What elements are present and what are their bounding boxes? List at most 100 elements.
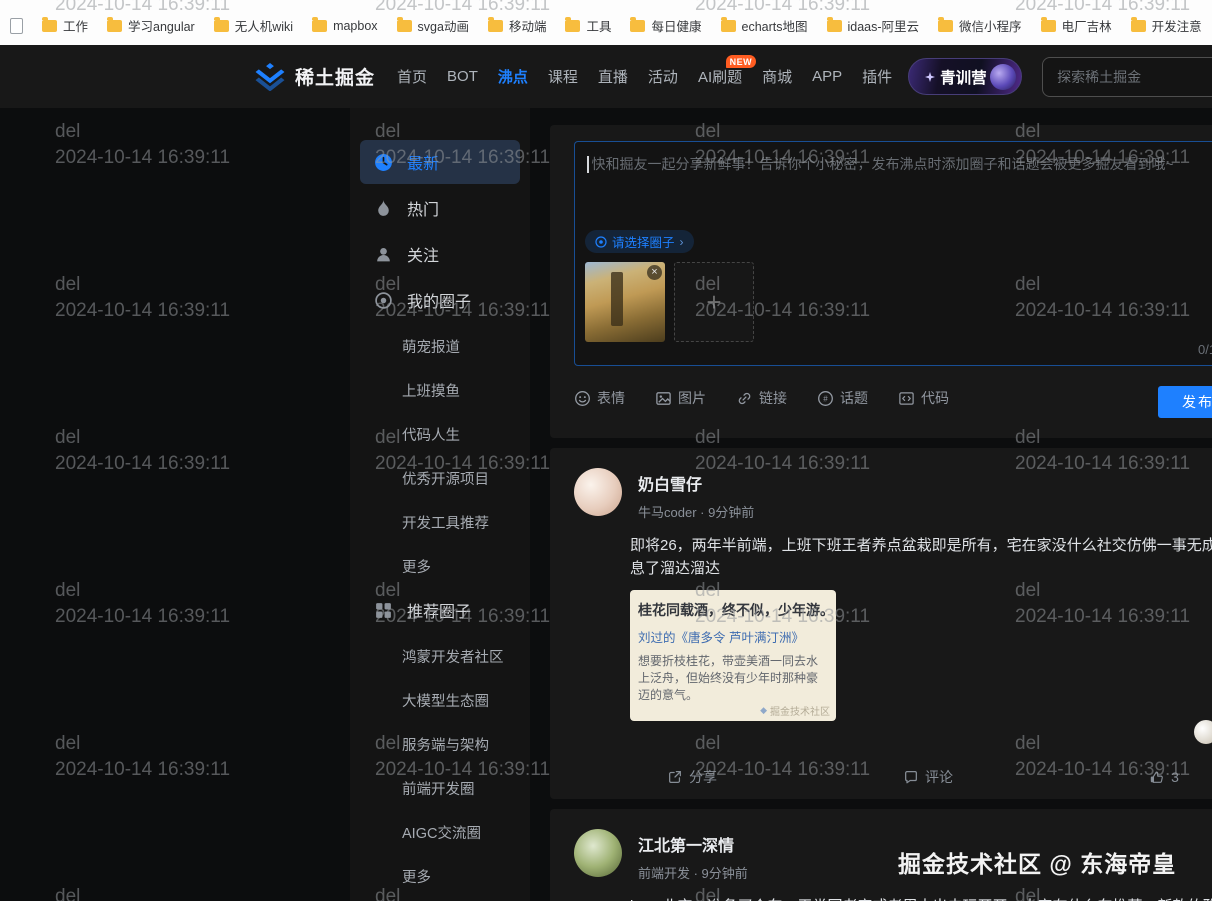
uploaded-image-thumbnail[interactable]: × — [585, 262, 665, 342]
nav-item[interactable]: 活动 — [648, 66, 678, 87]
nav-item[interactable]: 首页 — [397, 66, 427, 87]
sidebar-circle-item[interactable]: 代码人生 — [350, 412, 530, 456]
bookmark-item[interactable]: echarts地图 — [721, 16, 808, 35]
remove-image-icon[interactable]: × — [647, 265, 662, 280]
image-icon — [655, 390, 672, 407]
juejin-logo[interactable]: 稀土掘金 — [253, 63, 375, 91]
post-author-block: 奶白雪仔 牛马coder · 9分钟前 — [638, 468, 754, 521]
bookmark-item[interactable]: idaas-阿里云 — [827, 16, 920, 35]
post-action-bar: 分享 评论 3 — [574, 767, 1212, 787]
pin-composer: 快和掘友一起分享新鲜事！告诉你个小秘密，发布沸点时添加圈子和话题会被更多掘友看到… — [550, 125, 1212, 438]
pin-post: 奶白雪仔 牛马coder · 9分钟前 即将26，两年半前端，上班下班王者养点盆… — [550, 448, 1212, 799]
comment-button[interactable]: 评论 — [810, 767, 1046, 787]
quote-card[interactable]: 桂花同载酒，终不似，少年游。 刘过的《唐多令 芦叶满汀洲》 想要折枝桂花，带壶美… — [630, 590, 836, 721]
sidebar-circle-item[interactable]: 开发工具推荐 — [350, 500, 530, 544]
sidebar-circle-item[interactable]: AIGC交流圈 — [350, 810, 530, 854]
bookmark-item[interactable]: 无人机wiki — [214, 16, 293, 35]
publish-button[interactable]: 发布 — [1158, 386, 1212, 418]
chevron-right-icon: › — [680, 235, 684, 249]
post-content: base北京，准备买个车，平常回老家或者周末出去玩开开，大家有什么车推荐，新款的… — [630, 896, 1212, 901]
nav-item[interactable]: 直播 — [598, 66, 628, 87]
bookmark-item[interactable]: svga动画 — [397, 16, 469, 35]
watermark-text: del2024-10-14 16:39:11 — [55, 578, 230, 630]
sparkle-icon — [925, 72, 935, 82]
comment-label: 评论 — [925, 767, 953, 787]
flame-icon — [374, 199, 393, 218]
bookmark-item[interactable]: 每日健康 — [630, 16, 701, 35]
bookmark-item[interactable]: 工具 — [565, 16, 611, 35]
juejin-logo-icon — [253, 63, 287, 91]
bookmark-label: 微信小程序 — [959, 16, 1022, 35]
nav-item[interactable]: BOT — [447, 68, 478, 85]
emoji-tool[interactable]: 表情 — [574, 388, 625, 408]
tool-label: 代码 — [921, 388, 949, 408]
link-tool[interactable]: 链接 — [736, 388, 787, 408]
sidebar-circle-item[interactable]: 服务端与架构 — [350, 722, 530, 766]
pins-feed: 快和掘友一起分享新鲜事！告诉你个小秘密，发布沸点时添加圈子和话题会被更多掘友看到… — [550, 108, 1212, 901]
bookmark-label: 开发注意 — [1152, 16, 1202, 35]
composer-editor[interactable]: 快和掘友一起分享新鲜事！告诉你个小秘密，发布沸点时添加圈子和话题会被更多掘友看到… — [574, 141, 1212, 366]
folder-icon — [42, 20, 57, 32]
nav-item-label: BOT — [447, 68, 478, 85]
like-button[interactable]: 3 — [1046, 767, 1212, 787]
nav-item[interactable]: 商城 — [762, 66, 792, 87]
plus-icon: + — [706, 287, 721, 318]
sidebar-item-latest[interactable]: 最新 — [360, 140, 520, 184]
bookmark-item[interactable]: 学习angular — [107, 16, 195, 35]
sidebar-circle-item[interactable]: 优秀开源项目 — [350, 456, 530, 500]
bookmark-item[interactable]: 工作 — [42, 16, 88, 35]
floating-avatar[interactable] — [1194, 720, 1212, 744]
bookmark-item[interactable]: 开发注意 — [1131, 16, 1202, 35]
nav-item[interactable]: 课程 — [548, 66, 578, 87]
image-tool[interactable]: 图片 — [655, 388, 706, 408]
quote-link[interactable]: 刘过的《唐多令 芦叶满汀洲》 — [638, 627, 828, 646]
bookmark-item[interactable]: 电厂吉林 — [1041, 16, 1112, 35]
select-circle-button[interactable]: 请选择圈子 › — [585, 230, 694, 253]
share-button[interactable]: 分享 — [574, 767, 810, 787]
recommend-circles-list: 鸿蒙开发者社区 大模型生态圈 服务端与架构 前端开发圈 AIGC交流圈 更多 — [350, 634, 530, 898]
code-tool[interactable]: 代码 — [898, 388, 949, 408]
topic-tool[interactable]: # 话题 — [817, 388, 868, 408]
nav-item[interactable]: AI刷题 NEW — [698, 66, 742, 87]
bookmark-label: 学习angular — [128, 16, 195, 35]
char-counter: 0/1000 — [1198, 342, 1212, 357]
sidebar-item-hot[interactable]: 热门 — [360, 186, 520, 230]
sidebar-circle-item[interactable]: 萌宠报道 — [350, 324, 530, 368]
add-image-tile[interactable]: + — [674, 262, 754, 342]
folder-icon — [827, 20, 842, 32]
nav-item-label: 直播 — [598, 69, 628, 86]
page-icon[interactable] — [10, 18, 23, 34]
folder-icon — [214, 20, 229, 32]
folder-icon — [397, 20, 412, 32]
sidebar-circle-item[interactable]: 更多 — [350, 854, 530, 898]
nav-item[interactable]: APP — [812, 68, 842, 85]
post-author-name[interactable]: 江北第一深情 — [638, 829, 748, 856]
bookmark-label: mapbox — [333, 19, 377, 33]
bookmark-item[interactable]: 微信小程序 — [938, 16, 1022, 35]
sidebar-circle-item[interactable]: 前端开发圈 — [350, 766, 530, 810]
bookmark-item[interactable]: 移动端 — [488, 16, 547, 35]
sidebar-circle-item[interactable]: 更多 — [350, 544, 530, 588]
bookmark-item[interactable]: mapbox — [312, 19, 377, 33]
sidebar-circle-item[interactable]: 上班摸鱼 — [350, 368, 530, 412]
sidebar-circle-item[interactable]: 鸿蒙开发者社区 — [350, 634, 530, 678]
sidebar-item-label: 关注 — [407, 242, 439, 266]
nav-item[interactable]: 沸点 — [498, 66, 528, 87]
sidebar-item-follow[interactable]: 关注 — [360, 232, 520, 276]
grid-icon — [374, 601, 393, 620]
sidebar-item-my-circles[interactable]: 我的圈子 — [360, 278, 520, 322]
sidebar-item-recommend-circles[interactable]: 推荐圈子 — [360, 588, 520, 632]
nav-item[interactable]: 插件 — [862, 66, 892, 87]
search-input[interactable] — [1057, 69, 1212, 85]
nav-item-label: AI刷题 — [698, 69, 742, 86]
avatar[interactable] — [574, 468, 622, 516]
post-author-name[interactable]: 奶白雪仔 — [638, 468, 754, 495]
youth-camp-button[interactable]: 青训营 — [908, 58, 1022, 95]
site-header: 稀土掘金 首页 BOT 沸点 课程 — [0, 45, 1212, 108]
avatar[interactable] — [574, 829, 622, 877]
folder-icon — [107, 20, 122, 32]
bookmark-label: echarts地图 — [742, 16, 808, 35]
sidebar-circle-item[interactable]: 大模型生态圈 — [350, 678, 530, 722]
browser-bookmarks-bar: 工作 学习angular 无人机wiki mapbox — [0, 0, 1212, 45]
bookmark-label: 电厂吉林 — [1062, 16, 1112, 35]
